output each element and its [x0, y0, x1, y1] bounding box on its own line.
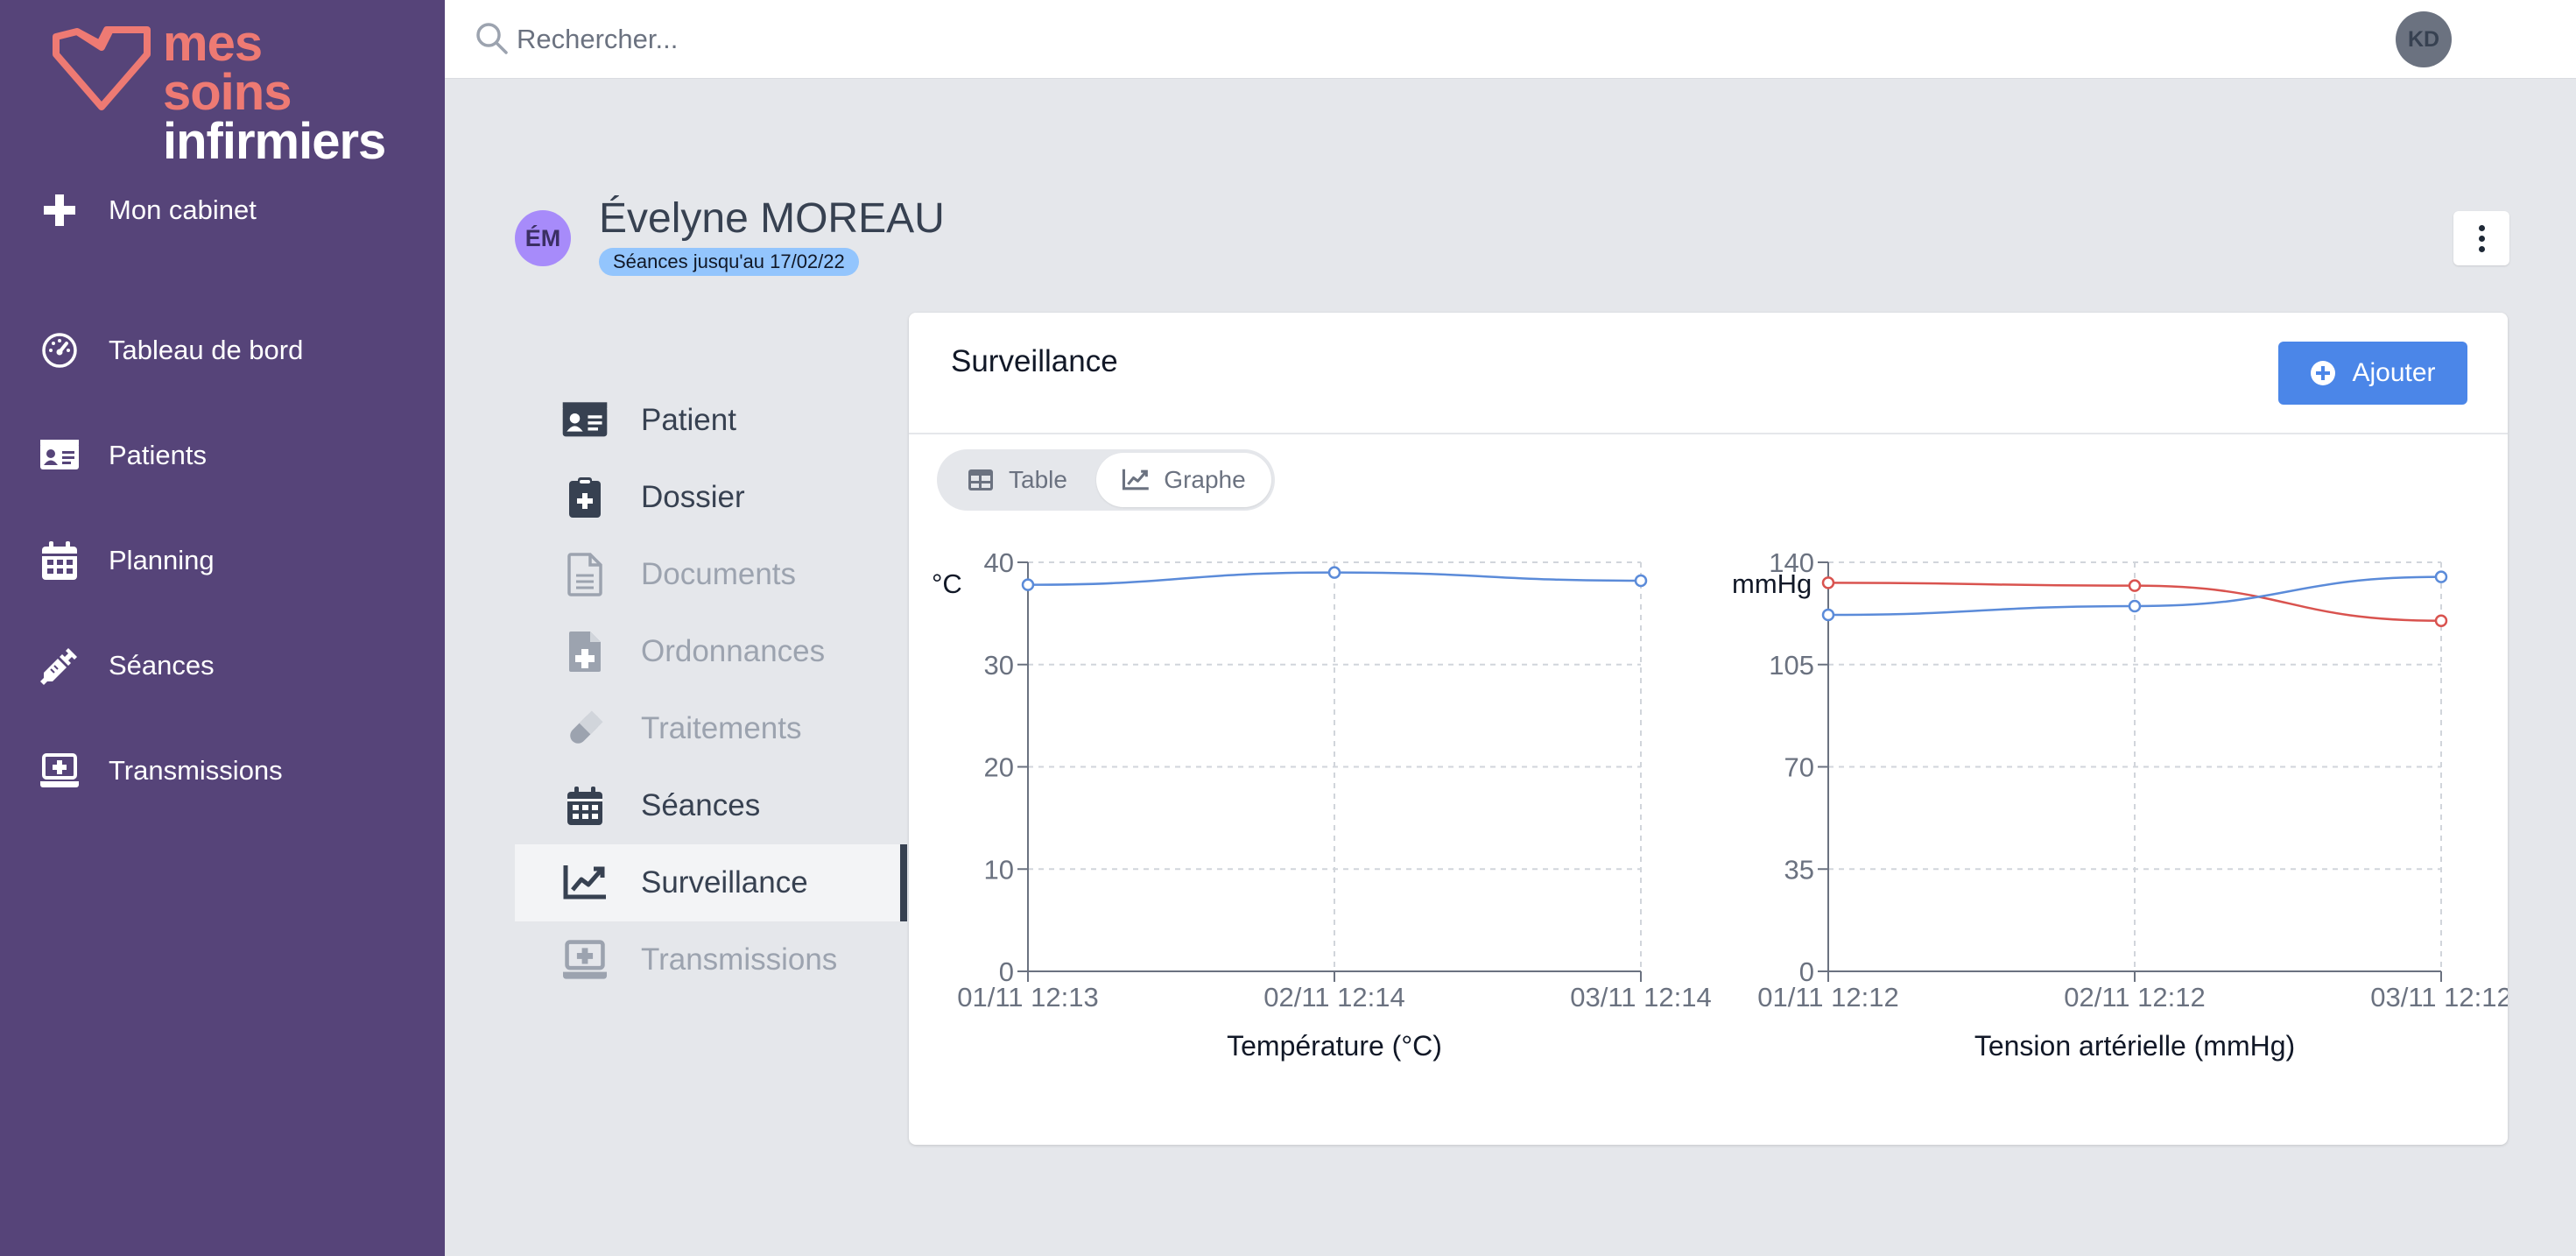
y-tick-label: 105 — [1769, 650, 1814, 681]
kebab-dot-icon — [2478, 224, 2485, 231]
kebab-dot-icon — [2478, 235, 2485, 242]
kebab-dot-icon — [2478, 245, 2485, 252]
search-input[interactable] — [517, 18, 1217, 61]
laptop-medical-icon — [39, 750, 81, 792]
sidebar-item-planning[interactable]: Planning — [0, 526, 445, 596]
logo-line-2: infirmiers — [163, 113, 386, 170]
patient-nav-transmissions[interactable]: Transmissions — [515, 921, 907, 998]
patient-nav-label: Séances — [641, 788, 761, 822]
patient-nav-label: Patient — [641, 403, 736, 437]
sidebar-item-label: Séances — [109, 650, 215, 681]
sidebar-item-label: Transmissions — [109, 755, 283, 786]
plus-icon — [39, 189, 81, 231]
surveillance-card: Surveillance Ajouter Table Graphe 0 10 20 3… — [909, 313, 2508, 1145]
patient-nav-documents[interactable]: Documents — [515, 536, 907, 613]
data-point — [2434, 614, 2448, 627]
patient-name: Évelyne MOREAU — [599, 195, 945, 242]
sidebar-item-mon-cabinet[interactable]: Mon cabinet — [0, 175, 445, 245]
patient-nav-label: Surveillance — [641, 865, 808, 900]
file-medical-icon — [560, 627, 609, 676]
id-card-icon — [560, 396, 609, 445]
gauge-icon — [39, 329, 81, 371]
data-point — [2128, 579, 2142, 592]
x-axis-label: Tension artérielle (mmHg) — [1974, 1030, 2295, 1062]
search-icon — [476, 23, 508, 54]
x-tick-label: 02/11 12:12 — [2064, 982, 2205, 1013]
top-bar: KD — [445, 0, 2576, 79]
y-tick-label: 70 — [1784, 752, 1814, 783]
patient-nav-label: Dossier — [641, 480, 745, 514]
data-point — [2128, 599, 2142, 613]
patient-nav-patient[interactable]: Patient — [515, 382, 907, 459]
sidebar-item-label: Patients — [109, 440, 208, 470]
sessions-badge: Séances jusqu'au 17/02/22 — [599, 248, 859, 276]
patient-nav-label: Transmissions — [641, 942, 838, 977]
calendar-icon — [560, 781, 609, 830]
calendar-icon — [39, 540, 81, 582]
patient-nav-seances[interactable]: Séances — [515, 767, 907, 844]
sidebar-item-patients[interactable]: Patients — [0, 420, 445, 490]
sidebar-item-seances[interactable]: Séances — [0, 631, 445, 701]
unit-label: mmHg — [1732, 568, 1812, 599]
id-card-icon — [39, 434, 81, 476]
patient-nav-label: Ordonnances — [641, 634, 826, 668]
sidebar-item-label: Tableau de bord — [109, 335, 304, 365]
file-icon — [560, 550, 609, 599]
x-tick-label: 01/11 12:12 — [1757, 982, 1898, 1013]
syringe-icon — [39, 645, 81, 687]
laptop-medical-icon — [560, 935, 609, 984]
sidebar: mes soins infirmiers Mon cabinet Tableau… — [0, 0, 445, 1256]
sidebar-item-label: Planning — [109, 545, 215, 575]
y-tick-label: 35 — [1784, 854, 1814, 885]
capsule-icon — [560, 704, 609, 753]
logo-house-icon — [53, 26, 151, 110]
logo-line-1: mes soins — [163, 15, 292, 121]
sidebar-item-transmissions[interactable]: Transmissions — [0, 736, 445, 806]
sidebar-item-tableau-de-bord[interactable]: Tableau de bord — [0, 315, 445, 385]
data-point — [1821, 576, 1835, 589]
app-logo[interactable]: mes soins infirmiers — [51, 15, 401, 167]
more-options-button[interactable] — [2453, 211, 2509, 265]
clipboard-medical-icon — [560, 473, 609, 522]
patient-nav-label: Traitements — [641, 711, 802, 745]
x-tick-label: 03/11 12:12 — [2370, 982, 2508, 1013]
patient-nav-label: Documents — [641, 557, 797, 591]
patient-avatar: ÉM — [515, 210, 571, 266]
data-point — [1821, 608, 1835, 622]
chart-line-icon — [560, 858, 609, 907]
patient-nav-surveillance[interactable]: Surveillance — [515, 844, 907, 921]
sidebar-item-label: Mon cabinet — [109, 194, 257, 225]
data-point — [2434, 570, 2448, 583]
patient-nav-dossier[interactable]: Dossier — [515, 459, 907, 536]
blood-pressure-chart: 0357010514001/11 12:12 02/11 12:12 03/11 1… — [1732, 547, 2508, 1062]
patient-nav-traitements[interactable]: Traitements — [515, 690, 907, 767]
user-avatar[interactable]: KD — [2396, 11, 2452, 67]
patient-nav-ordonnances[interactable]: Ordonnances — [515, 613, 907, 690]
